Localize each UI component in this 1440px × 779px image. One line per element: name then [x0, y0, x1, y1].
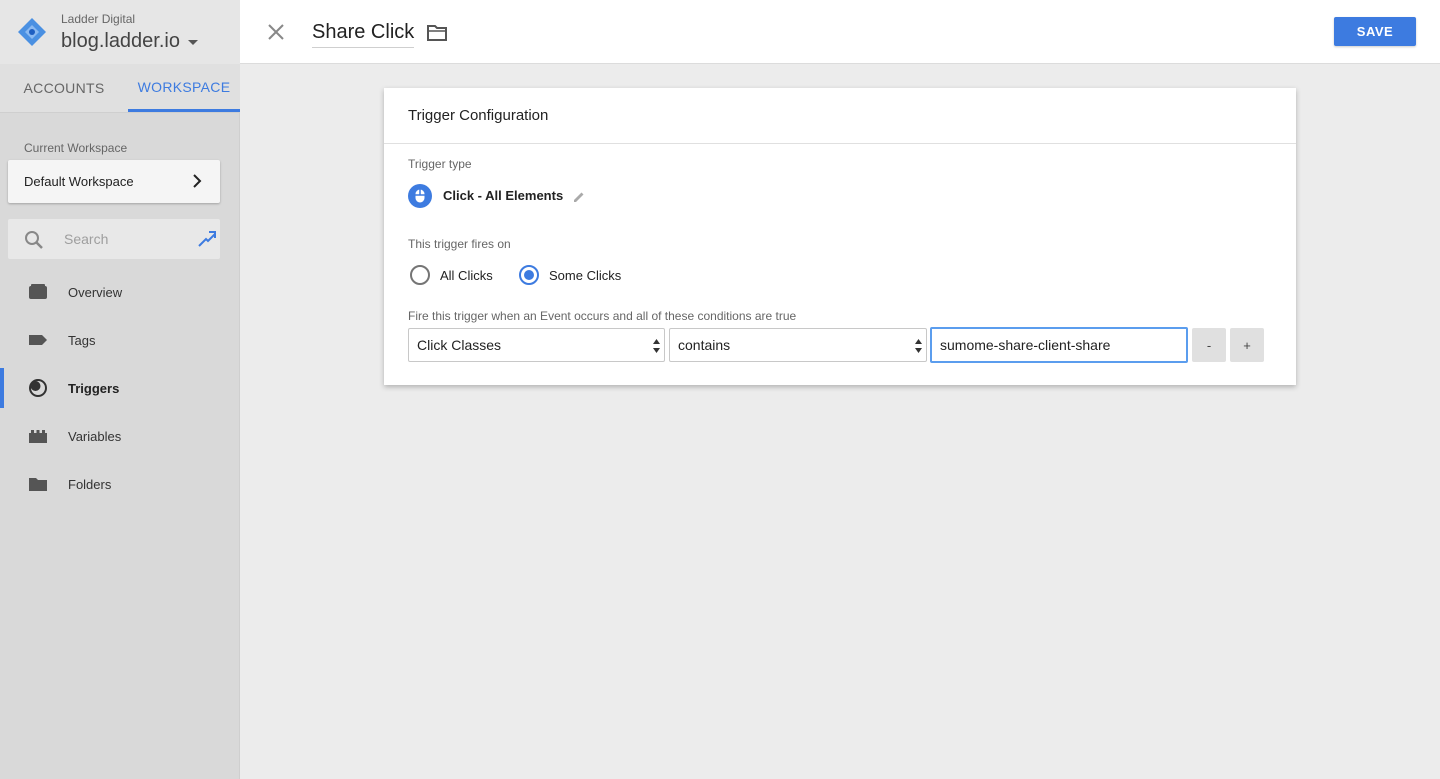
condition-operator-value: contains: [678, 337, 731, 353]
workspace-name: Default Workspace: [24, 174, 134, 189]
sidebar-item-folders[interactable]: Folders: [0, 464, 240, 504]
sidebar-item-label: Tags: [68, 332, 96, 348]
search-input[interactable]: [64, 229, 184, 249]
gtm-logo-icon: [18, 18, 46, 46]
radio-some-clicks-label[interactable]: Some Clicks: [549, 268, 621, 283]
radio-all-clicks-label[interactable]: All Clicks: [440, 268, 493, 283]
sidebar-item-label: Variables: [68, 428, 122, 444]
trigger-type-name[interactable]: Click - All Elements: [443, 188, 563, 203]
sidebar-item-variables[interactable]: Variables: [0, 416, 240, 456]
radio-some-clicks[interactable]: [519, 265, 539, 285]
select-arrows-icon: [915, 339, 922, 353]
sidebar-item-label: Triggers: [68, 380, 120, 396]
divider: [384, 143, 1296, 144]
trigger-name-field[interactable]: Share Click: [312, 21, 415, 48]
caret-down-icon: [187, 40, 198, 45]
sidebar-item-label: Overview: [68, 284, 123, 300]
sidebar-tabs: ACCOUNTS WORKSPACE: [0, 64, 240, 113]
mouse-click-icon[interactable]: [408, 184, 432, 208]
tab-accounts[interactable]: ACCOUNTS: [0, 64, 128, 112]
condition-variable-value: Click Classes: [417, 337, 502, 353]
advanced-search-icon[interactable]: [197, 230, 217, 248]
sidebar-item-label: Folders: [68, 476, 112, 492]
sidebar-item-overview[interactable]: Overview: [0, 272, 240, 312]
folder-icon: [29, 478, 47, 491]
trigger-type-label: Trigger type: [408, 157, 472, 171]
sidebar-item-tags[interactable]: Tags: [0, 320, 240, 360]
variables-icon: [29, 430, 47, 443]
close-icon[interactable]: [266, 22, 286, 42]
overview-icon: [29, 284, 47, 299]
chevron-right-icon: [193, 174, 202, 188]
fires-on-label: This trigger fires on: [408, 237, 511, 251]
condition-variable-select[interactable]: Click Classes: [408, 328, 665, 362]
account-name: Ladder Digital: [61, 12, 136, 26]
sidebar: Ladder Digital blog.ladder.io ACCOUNTS W…: [0, 0, 240, 779]
radio-all-clicks[interactable]: [410, 265, 430, 285]
search-icon: [25, 231, 43, 249]
workspace-selector[interactable]: Default Workspace: [8, 160, 220, 203]
search-box: [8, 219, 220, 259]
folder-outline-icon[interactable]: [426, 23, 448, 43]
add-condition-button[interactable]: +: [1230, 328, 1264, 362]
container-name: blog.ladder.io: [61, 30, 180, 52]
container-selector[interactable]: blog.ladder.io: [61, 30, 198, 53]
trigger-configuration-card: Trigger Configuration Trigger type Click…: [384, 88, 1296, 385]
condition-value-input[interactable]: [930, 327, 1188, 363]
tag-icon: [29, 335, 47, 345]
tab-workspace[interactable]: WORKSPACE: [128, 64, 240, 112]
sidebar-item-triggers[interactable]: Triggers: [0, 368, 240, 408]
condition-operator-select[interactable]: contains: [669, 328, 927, 362]
select-arrows-icon: [653, 339, 660, 353]
conditions-label: Fire this trigger when an Event occurs a…: [408, 309, 797, 323]
account-header[interactable]: Ladder Digital blog.ladder.io: [0, 0, 240, 64]
current-workspace-label: Current Workspace: [24, 141, 128, 155]
pencil-icon[interactable]: [572, 190, 586, 204]
card-title: Trigger Configuration: [408, 107, 549, 124]
save-button[interactable]: SAVE: [1334, 17, 1416, 46]
triggers-icon: [29, 379, 47, 397]
editor-header: [240, 0, 1440, 64]
remove-condition-button[interactable]: -: [1192, 328, 1226, 362]
